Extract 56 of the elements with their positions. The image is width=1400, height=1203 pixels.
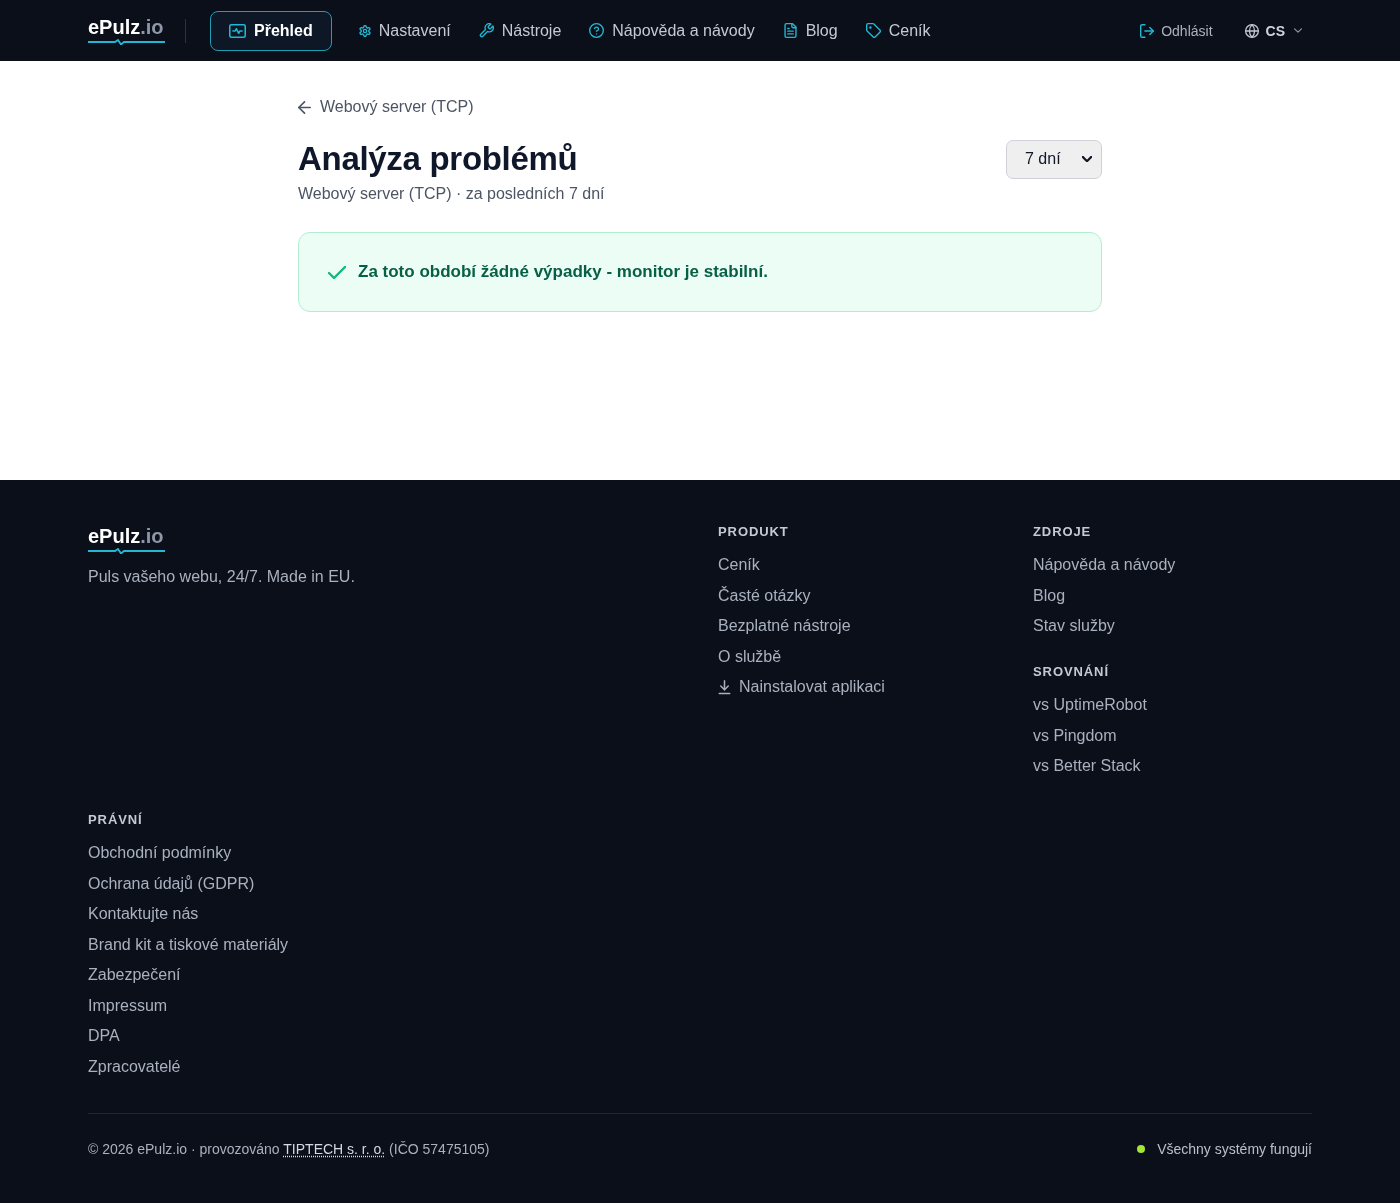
- footer-link[interactable]: Ochrana údajů (GDPR): [88, 871, 255, 896]
- pulse-line-icon: [88, 38, 165, 45]
- footer-link[interactable]: Brand kit a tiskové materiály: [88, 932, 289, 957]
- logo-link[interactable]: ePulz.io: [88, 16, 165, 45]
- nav-link[interactable]: Ceník: [864, 10, 932, 51]
- footer-heading: PRODUKT: [718, 524, 790, 540]
- chevron-down-icon: [1294, 28, 1302, 33]
- globe-icon: [1244, 23, 1259, 38]
- download-icon: [718, 679, 731, 695]
- language-button[interactable]: CS: [1234, 16, 1312, 45]
- footer-link[interactable]: Zabezpečení: [88, 963, 181, 987]
- nav-link[interactable]: Nápověda a návody: [588, 10, 756, 51]
- help-icon: [589, 23, 605, 38]
- chevron-down-icon: [1082, 156, 1092, 162]
- tag-icon: [865, 23, 881, 38]
- check-icon: [328, 265, 346, 279]
- footer-link[interactable]: Impressum: [88, 993, 168, 1018]
- page-subtitle: Webový server (TCP) · za posledních 7 dní: [298, 184, 606, 204]
- tagline: Puls vašeho webu, 24/7. Made in EU.: [88, 567, 356, 587]
- nav-link[interactable]: Nástroje: [477, 10, 563, 51]
- logout-button[interactable]: Odhlásit: [1130, 16, 1223, 45]
- footer-link[interactable]: vs Pingdom: [1033, 723, 1117, 748]
- footer-link[interactable]: O službě: [718, 644, 782, 669]
- copyright-text: © 2026 ePulz.io · provozováno TIPTECH s. r. o. (IČO 57475105): [88, 1139, 490, 1159]
- footer-heading: ZDROJE: [1033, 524, 1093, 540]
- footer-link[interactable]: Časté otázky: [718, 583, 811, 608]
- footer-link[interactable]: Ceník: [718, 553, 760, 577]
- nav-link[interactable]: Nastavení: [357, 10, 452, 51]
- nav-link[interactable]: Blog: [781, 10, 839, 51]
- footer-link[interactable]: Nainstalovat aplikaci: [718, 675, 885, 699]
- footer-link[interactable]: Kontaktujte nás: [88, 902, 199, 926]
- logout-icon: [1140, 23, 1155, 38]
- document-icon: [782, 23, 798, 38]
- footer-link[interactable]: Blog: [1033, 583, 1066, 608]
- footer-link[interactable]: Obchodní podmínky: [88, 841, 232, 865]
- period-select[interactable]: 7 dní: [1006, 139, 1102, 179]
- company-link[interactable]: TIPTECH s. r. o.: [283, 1140, 386, 1157]
- footer-link[interactable]: Zpracovatelé: [88, 1054, 181, 1079]
- back-link[interactable]: Webový server (TCP): [298, 96, 474, 118]
- footer-link[interactable]: Nápověda a návody: [1033, 553, 1176, 577]
- pulse-line-icon: [88, 548, 165, 554]
- footer-link[interactable]: Stav služby: [1033, 614, 1115, 638]
- page-title: Analýza problémů: [298, 139, 578, 179]
- logo-link[interactable]: ePulz.io: [88, 526, 165, 554]
- footer-link[interactable]: vs Better Stack: [1033, 754, 1141, 778]
- footer-link[interactable]: DPA: [88, 1024, 120, 1048]
- wrench-icon: [478, 23, 494, 38]
- status-text: Všechny systémy fungují: [1157, 1139, 1312, 1159]
- gear-icon: [358, 24, 371, 37]
- footer-link[interactable]: Bezplatné nástroje: [718, 614, 851, 638]
- footer-heading: SROVNÁNÍ: [1033, 664, 1110, 680]
- nav-link[interactable]: Přehled: [210, 10, 332, 51]
- alert-message: Za toto období žádné výpadky - monitor je stabilní.: [358, 262, 768, 282]
- footer-link[interactable]: vs UptimeRobot: [1033, 693, 1147, 717]
- monitor-pulse-icon: [229, 23, 246, 38]
- footer-heading: PRÁVNÍ: [88, 812, 144, 828]
